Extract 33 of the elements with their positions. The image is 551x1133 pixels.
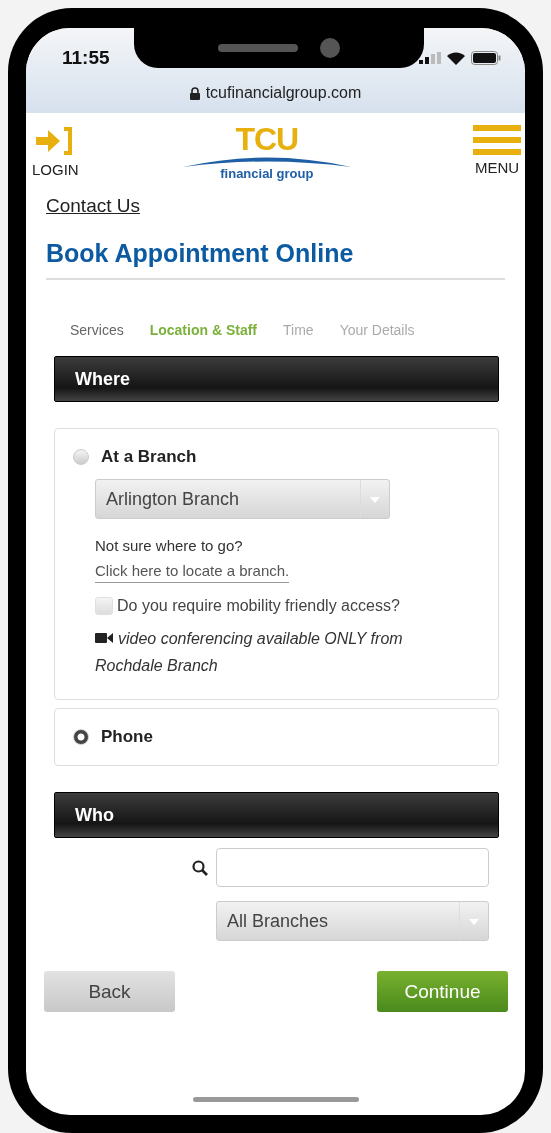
video-note: video conferencing available ONLY from Rochdale Branch: [95, 629, 404, 676]
hint-text: Not sure where to go?: [95, 537, 244, 554]
search-field[interactable]: [216, 848, 489, 887]
option-label: Phone: [101, 727, 153, 747]
wifi-icon: [447, 51, 465, 65]
clock: 11:55: [62, 47, 110, 69]
page-title: Book Appointment Online: [46, 239, 505, 280]
branch-select[interactable]: Arlington Branch: [95, 479, 390, 519]
lock-icon: [189, 86, 200, 100]
search-icon: [192, 859, 208, 876]
url-text[interactable]: tcufinancialgroup.com: [205, 84, 362, 102]
locate-branch-link[interactable]: Click here to locate a branch.: [95, 562, 290, 583]
logo-wordmark: TCU: [235, 125, 299, 153]
checkbox-label: Do you require mobility friendly access?: [117, 597, 400, 615]
option-label: At a Branch: [101, 447, 197, 467]
section-header: Who: [54, 792, 499, 838]
battery-icon: [471, 51, 501, 65]
step-tab[interactable]: Services: [70, 322, 124, 338]
radio-button[interactable]: [73, 729, 89, 745]
logo-tagline: financial group: [220, 166, 314, 181]
signal-icon: [419, 52, 441, 64]
back-button[interactable]: Back: [44, 971, 175, 1012]
camera-icon: [320, 38, 340, 58]
checkbox[interactable]: [95, 597, 113, 615]
menu-label[interactable]: MENU: [474, 159, 520, 176]
speaker-icon: [218, 44, 298, 52]
radio-button[interactable]: [73, 449, 89, 465]
login-label[interactable]: LOGIN: [32, 161, 79, 178]
video-camera-icon: [95, 632, 113, 644]
contact-link[interactable]: Contact Us: [46, 195, 140, 217]
branch-filter-select[interactable]: All Branches: [216, 901, 489, 941]
section-header: Where: [54, 356, 499, 402]
menu-icon[interactable]: [473, 125, 521, 155]
